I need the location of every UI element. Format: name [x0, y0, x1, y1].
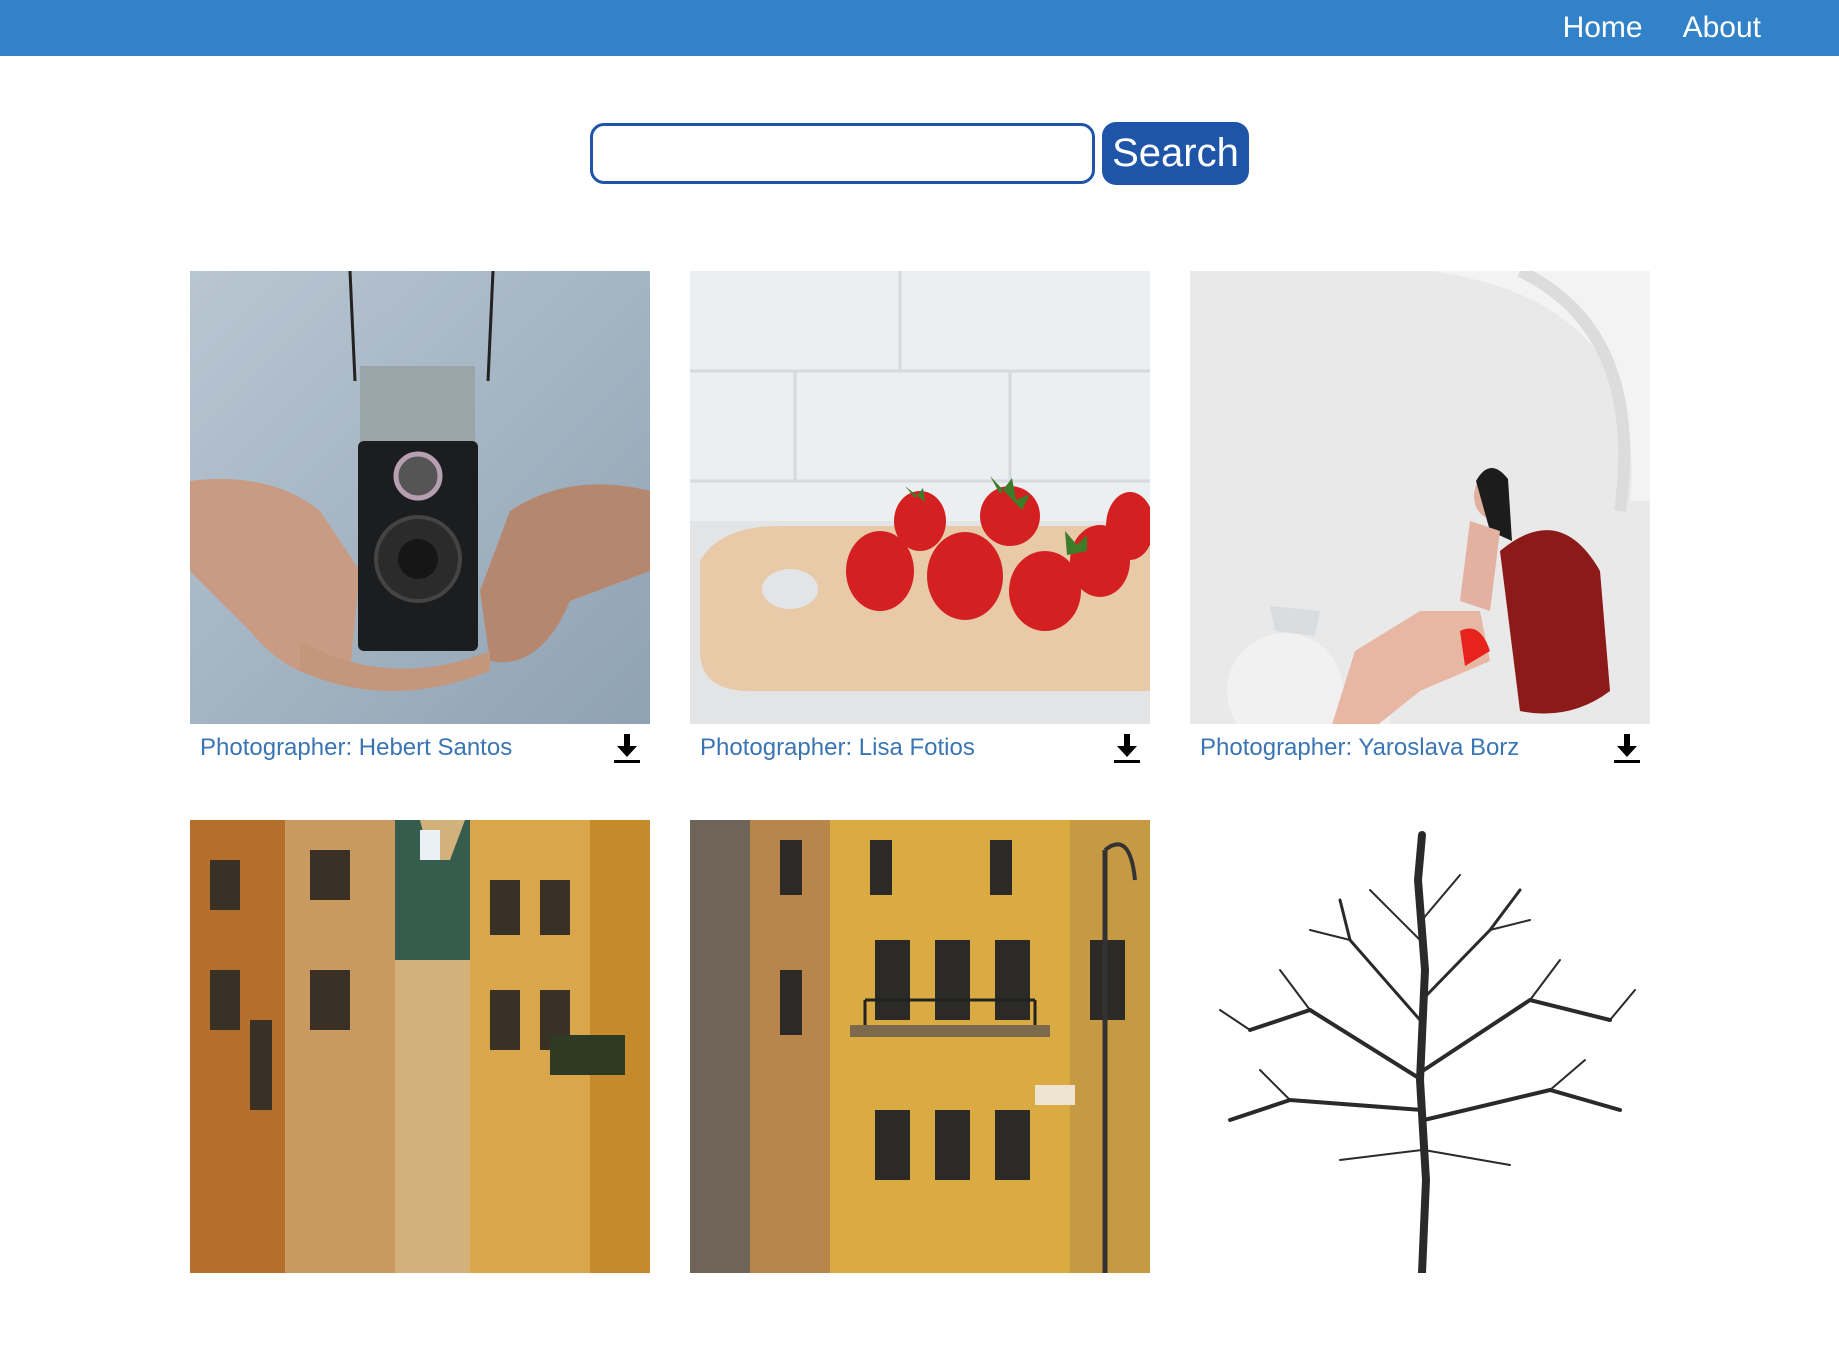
download-icon[interactable]	[612, 732, 642, 764]
nav-home-link[interactable]: Home	[1563, 11, 1643, 45]
photo-yellow-building[interactable]	[690, 820, 1150, 1273]
photo-old-town-street[interactable]	[190, 820, 650, 1273]
photo-card	[690, 820, 1150, 1369]
search-bar: Search	[0, 122, 1839, 185]
photo-strawberries[interactable]	[690, 271, 1150, 724]
photo-camera[interactable]	[190, 271, 650, 724]
download-icon[interactable]	[1612, 732, 1642, 764]
card-caption-row	[690, 1273, 1150, 1321]
photo-card: Photographer: Lisa Fotios	[690, 271, 1150, 820]
search-input[interactable]	[590, 123, 1096, 184]
nav-about-link[interactable]: About	[1683, 11, 1761, 45]
card-caption-row: Photographer: Lisa Fotios	[690, 724, 1150, 772]
download-icon[interactable]	[1112, 732, 1142, 764]
search-button[interactable]: Search	[1102, 122, 1249, 185]
card-caption-row: Photographer: Hebert Santos	[190, 724, 650, 772]
photo-card	[1190, 820, 1650, 1369]
photo-grid: Photographer: Hebert Santos Photographer…	[190, 271, 1650, 1369]
photo-bare-tree[interactable]	[1190, 820, 1650, 1273]
photo-card: Photographer: Hebert Santos	[190, 271, 650, 820]
card-caption-row	[190, 1273, 650, 1321]
photographer-caption: Photographer: Hebert Santos	[200, 734, 513, 761]
photographer-caption: Photographer: Yaroslava Borz	[1200, 734, 1520, 761]
card-caption-row: Photographer: Yaroslava Borz	[1190, 724, 1650, 772]
photographer-caption: Photographer: Lisa Fotios	[700, 734, 975, 761]
photo-card: Photographer: Yaroslava Borz	[1190, 271, 1650, 820]
photo-studio-portrait[interactable]	[1190, 271, 1650, 724]
top-navbar: Home About	[0, 0, 1839, 56]
photo-card	[190, 820, 650, 1369]
card-caption-row	[1190, 1273, 1650, 1321]
